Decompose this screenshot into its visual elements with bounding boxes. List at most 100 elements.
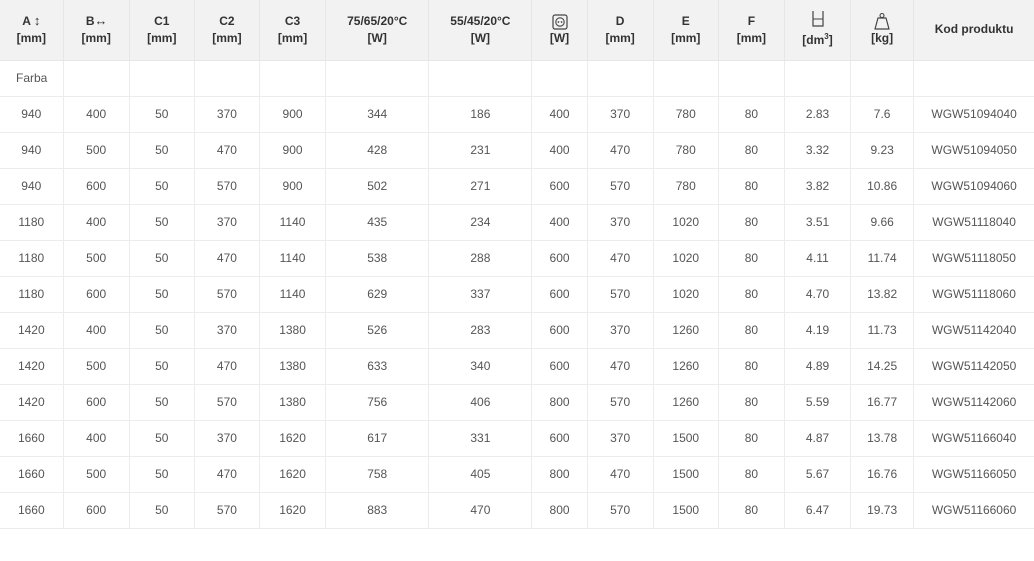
cell-d: 470 (587, 348, 654, 385)
cell-b: 500 (63, 132, 130, 169)
cell-kod: WGW51166060 (913, 492, 1034, 529)
cell-a: 1420 (0, 384, 64, 421)
cell-c1: 50 (129, 240, 195, 277)
cell-w: 16.76 (850, 456, 915, 493)
table-row: 1180 400 50 370 1140 435 234 400 370 1020 80 3.51 9.… (0, 204, 1034, 241)
cell-p55: 405 (428, 456, 533, 493)
cell-pe: 600 (531, 312, 588, 349)
cell-pe: 600 (531, 276, 588, 313)
cell-c3: 900 (259, 96, 327, 133)
cell-w: 16.77 (850, 384, 915, 421)
cell-kod: WGW51118060 (913, 276, 1034, 313)
cell-kod: WGW51142060 (913, 384, 1034, 421)
cell-pe: 800 (531, 384, 588, 421)
header-electric-power: [W] (531, 0, 588, 61)
header-weight-unit: [kg] (871, 31, 894, 46)
cell-c2: 370 (194, 204, 260, 241)
cell-b: 400 (63, 96, 130, 133)
header-d: D [mm] (587, 0, 654, 61)
cell-c2: 370 (194, 420, 260, 457)
power-socket-icon (532, 13, 586, 30)
cell-p55: 186 (428, 96, 533, 133)
header-e-unit: [mm] (671, 30, 701, 45)
cell-p55: 288 (428, 240, 533, 277)
table-row: 1420 600 50 570 1380 756 406 800 570 1260 80 5.59 16… (0, 384, 1034, 421)
header-e-label: E (681, 13, 690, 28)
cell-b: 500 (63, 348, 130, 385)
cell-c3: 1380 (259, 384, 327, 421)
cell-b: 400 (63, 420, 130, 457)
cell-f: 80 (718, 96, 785, 133)
cell-p75: 758 (325, 456, 430, 493)
cell-b: 600 (63, 492, 130, 529)
cell-p55: 340 (428, 348, 533, 385)
cell-w: 9.23 (850, 132, 915, 169)
header-product-code-label: Kod produktu (934, 22, 1014, 37)
cell-c1: 50 (129, 96, 195, 133)
cell-v: 6.47 (784, 492, 852, 529)
cell-w: 7.6 (850, 96, 915, 133)
cell-c2: 370 (194, 312, 260, 349)
header-c1-label: C1 (154, 13, 170, 28)
cell-w: 10.86 (850, 168, 915, 205)
header-c3-label: C3 (284, 13, 301, 28)
cell-p75: 756 (325, 384, 430, 421)
cell-f: 80 (718, 492, 785, 529)
cell-b: 500 (63, 456, 130, 493)
cell-v: 3.82 (784, 168, 852, 205)
header-power-55-label: 55/45/20°C (450, 13, 511, 28)
cell-c1: 50 (129, 132, 195, 169)
cell-d: 470 (587, 456, 654, 493)
vertical-double-arrow-icon: ↕ (33, 13, 41, 29)
cell-p55: 271 (428, 168, 533, 205)
cell-pe: 400 (531, 96, 588, 133)
cell-e: 1500 (653, 420, 719, 457)
cell-c3: 900 (259, 168, 327, 205)
header-power-55-unit: [W] (470, 30, 491, 45)
cell-a: 1180 (0, 276, 64, 313)
cell-c1: 50 (129, 492, 195, 529)
cell-f: 80 (718, 456, 785, 493)
header-product-code: Kod produktu (913, 0, 1034, 61)
cell-d: 570 (587, 492, 654, 529)
header-power-75-unit: [W] (367, 30, 387, 45)
cell-p55: 283 (428, 312, 533, 349)
cell-d: 570 (587, 384, 654, 421)
weight-icon (851, 12, 913, 30)
cell-e: 1260 (653, 312, 719, 349)
header-c3: C3 [mm] (259, 0, 327, 61)
cell-p75: 629 (325, 276, 430, 313)
cell-kod: WGW51118050 (913, 240, 1034, 277)
cell-pe: 600 (531, 348, 588, 385)
cell-c3: 1380 (259, 348, 327, 385)
cell-p75: 428 (325, 132, 430, 169)
cell-d: 570 (587, 168, 654, 205)
cell-v: 5.59 (784, 384, 852, 421)
header-power-55: 55/45/20°C [W] (428, 0, 533, 61)
table-row: 1180 500 50 470 1140 538 288 600 470 1020 80 4.11 11… (0, 240, 1034, 277)
cell-a: 1660 (0, 492, 64, 529)
header-volume-unit: [dm3] (802, 32, 833, 48)
cell-kod: WGW51142040 (913, 312, 1034, 349)
cell-c1: 50 (129, 348, 195, 385)
cell-c2: 570 (194, 492, 260, 529)
cell-b: 500 (63, 240, 130, 277)
table-body: Farba 940 400 50 370 900 344 186 400 370 780 80 2.8… (0, 60, 1034, 529)
header-c2-label: C2 (219, 13, 235, 28)
table-row: 940 500 50 470 900 428 231 400 470 780 80 3.32 9.23 W… (0, 132, 1034, 169)
table-row: 1420 500 50 470 1380 633 340 600 470 1260 80 4.89 14… (0, 348, 1034, 385)
cell-f: 80 (718, 384, 785, 421)
cell-v: 4.11 (784, 240, 852, 277)
cell-e: 1020 (653, 276, 719, 313)
cell-p55: 470 (428, 492, 533, 529)
cell-d: 370 (587, 312, 654, 349)
cell-w: 11.73 (850, 312, 915, 349)
cell-p55: 331 (428, 420, 533, 457)
cell-p55: 231 (428, 132, 533, 169)
cell-v: 2.83 (784, 96, 852, 133)
cell-a: 1180 (0, 204, 64, 241)
header-a-unit: [mm] (16, 31, 46, 46)
cell-pe: 400 (531, 132, 588, 169)
cell-p75: 633 (325, 348, 430, 385)
header-f: F [mm] (718, 0, 785, 61)
